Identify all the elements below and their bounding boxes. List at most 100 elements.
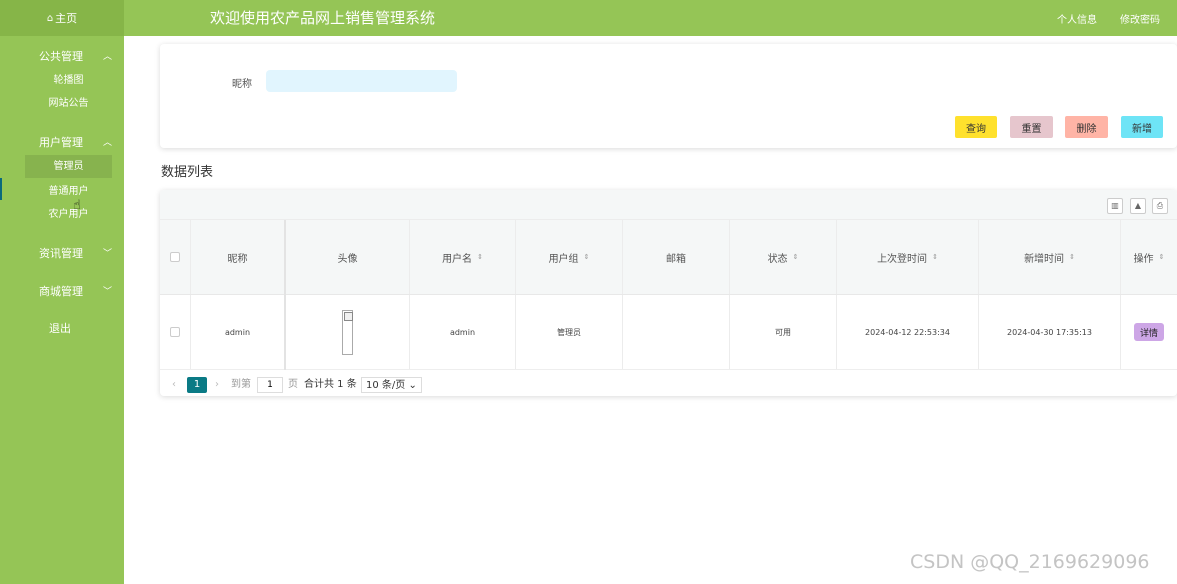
hand-cursor-icon: ☝ [73,198,81,213]
menu-title-label: 商城管理 [39,285,83,298]
table-row: admin admin 管理员 可用 2024-04-12 22:53:34 2… [160,295,1177,370]
row-checkbox[interactable] [170,327,180,337]
cell-status: 可用 [730,295,837,369]
header-label: 状态 [767,253,788,265]
menu-group-logout: 退出 [0,318,124,340]
column-divider [284,220,286,370]
menu-group-public: 公共管理 ︿ 轮播图 网站公告 [0,46,124,115]
page-1-button[interactable]: 1 [187,377,207,393]
goto-prefix: 到第 [231,379,251,390]
columns-filter-icon[interactable]: ▥ [1107,198,1123,214]
header-label: 昵称 [227,253,248,265]
cell-avatar [286,295,410,369]
home-label: 主页 [55,12,78,25]
menu-group-news: 资讯管理 ﹀ [0,243,124,265]
header-label: 邮箱 [666,253,686,265]
menu-item-carousel[interactable]: 轮播图 [25,69,112,92]
search-panel: 昵称 查询 重置 删除 新增 [160,44,1177,148]
header-email: 邮箱 [623,220,730,294]
delete-button[interactable]: 删除 [1065,116,1108,138]
cell-group: 管理员 [516,295,623,369]
export-icon[interactable]: ▲ [1130,198,1146,214]
sort-icon[interactable]: ⇕ [793,253,799,261]
header-checkbox-cell [160,220,191,294]
cell-created: 2024-04-30 17:35:13 [979,295,1121,369]
next-page-icon[interactable]: › [215,377,219,393]
logout-link[interactable]: 退出 [0,318,124,340]
list-title: 数据列表 [161,165,214,180]
active-indicator [0,178,2,200]
menu-title-label: 用户管理 [39,136,83,149]
change-password-link[interactable]: 修改密码 [1120,11,1160,26]
pagination: ‹ 1 › 到第 页 合计共 1 条 10 条/页 ⌄ [160,377,1177,393]
header-username[interactable]: 用户名 ⇕ [410,220,516,294]
reset-button[interactable]: 重置 [1010,116,1053,138]
chevron-down-icon: ⌄ [408,380,417,391]
page-size-label: 10 条/页 [366,380,406,391]
profile-link[interactable]: 个人信息 [1057,11,1097,26]
header-group[interactable]: 用户组 ⇕ [516,220,623,294]
home-link[interactable]: ⌂ 主页 [0,0,124,36]
home-icon: ⌂ [46,12,54,24]
menu-title-label: 资讯管理 [39,247,83,260]
header-created[interactable]: 新增时间 ⇕ [979,220,1121,294]
menu-title-label: 公共管理 [39,50,83,63]
table-header: 昵称 头像 用户名 ⇕ 用户组 ⇕ 邮箱 状态 ⇕ 上次登时间 ⇕ 新增时间 ⇕ 操作 ⇕ [160,220,1177,295]
chevron-down-icon: ﹀ [103,249,113,259]
menu-group-shop: 商城管理 ﹀ [0,281,124,303]
header-nickname[interactable]: 昵称 [191,220,285,294]
goto-suffix: 页 [288,379,298,390]
chevron-down-icon: ﹀ [103,287,113,297]
menu-title-news[interactable]: 资讯管理 ﹀ [0,243,124,265]
sort-icon[interactable]: ⇕ [1159,253,1165,261]
app-title: 欢迎使用农产品网上销售管理系统 [210,9,436,27]
cell-nickname: admin [191,295,285,369]
sort-icon[interactable]: ⇕ [584,253,590,261]
nickname-label: 昵称 [232,79,252,90]
cell-username: admin [410,295,516,369]
query-button[interactable]: 查询 [955,116,997,138]
detail-button[interactable]: 详情 [1134,323,1164,341]
page-size-select[interactable]: 10 条/页 ⌄ [361,377,422,393]
header-label: 用户名 [442,253,473,265]
add-button[interactable]: 新增 [1121,116,1163,138]
header-label: 上次登时间 [877,253,928,265]
select-all-checkbox[interactable] [170,252,180,262]
menu-item-normal-user[interactable]: 普通用户 [25,180,112,203]
watermark: CSDN @QQ_2169629096 [910,551,1150,573]
menu-title-public[interactable]: 公共管理 ︿ [0,46,124,68]
header-label: 新增时间 [1024,253,1065,265]
chevron-up-icon: ︿ [103,138,113,148]
sidebar: ⌂ 主页 公共管理 ︿ 轮播图 网站公告 用户管理 ︿ 管理员 普通用户 农户用… [0,0,124,584]
menu-group-users: 用户管理 ︿ 管理员 普通用户 农户用户 [0,132,124,226]
sort-icon[interactable]: ⇕ [932,253,938,261]
header-actions[interactable]: 操作 ⇕ [1121,220,1177,294]
sort-icon[interactable]: ⇕ [477,253,483,261]
total-count: 合计共 1 条 [304,379,357,390]
header-label: 头像 [337,253,358,265]
print-icon[interactable]: ⎙ [1152,198,1168,214]
cell-actions: 详情 [1121,295,1177,369]
table-toolbar: ▥ ▲ ⎙ [160,190,1177,220]
menu-title-shop[interactable]: 商城管理 ﹀ [0,281,124,303]
cell-email [623,295,730,369]
chevron-up-icon: ︿ [103,52,113,62]
nickname-search-input[interactable] [266,70,457,92]
cell-last-login: 2024-04-12 22:53:34 [837,295,979,369]
broken-image-icon [342,309,353,355]
header-label: 操作 [1133,253,1154,265]
prev-page-icon[interactable]: ‹ [172,377,176,393]
header-label: 用户组 [548,253,579,265]
data-table-card: ▥ ▲ ⎙ 昵称 头像 用户名 ⇕ 用户组 ⇕ 邮箱 状态 ⇕ 上次登时间 ⇕ 新增时间… [160,190,1177,396]
menu-item-admin[interactable]: 管理员 [25,155,112,178]
menu-item-notice[interactable]: 网站公告 [25,92,112,115]
top-header: 欢迎使用农产品网上销售管理系统 个人信息 修改密码 [124,0,1177,36]
header-last-login[interactable]: 上次登时间 ⇕ [837,220,979,294]
logout-label: 退出 [49,322,71,335]
header-status[interactable]: 状态 ⇕ [730,220,837,294]
row-checkbox-cell [160,295,191,369]
goto-page-input[interactable] [257,377,283,393]
menu-title-users[interactable]: 用户管理 ︿ [0,132,124,154]
menu-item-farmer[interactable]: 农户用户 [25,203,112,226]
sort-icon[interactable]: ⇕ [1069,253,1075,261]
